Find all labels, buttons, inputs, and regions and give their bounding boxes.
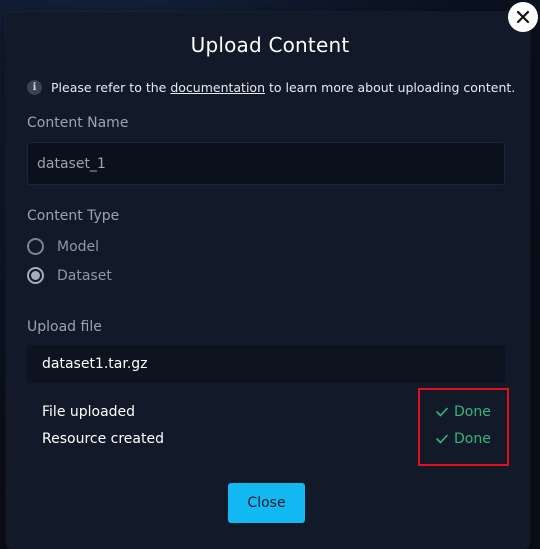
file-name: dataset1.tar.gz	[42, 356, 148, 372]
content-type-option-dataset[interactable]: Dataset	[27, 267, 112, 284]
radio-label-dataset: Dataset	[57, 267, 112, 284]
status-file-uploaded-text: Done	[454, 404, 491, 420]
status-file-uploaded-label: File uploaded	[42, 404, 136, 420]
dialog-title: Upload Content	[190, 33, 350, 57]
info-message: i Please refer to the documentation to l…	[27, 80, 515, 95]
close-icon	[516, 10, 530, 24]
upload-file-label: Upload file	[27, 319, 102, 335]
status-resource-created-label: Resource created	[42, 431, 164, 447]
check-icon	[436, 434, 448, 444]
radio-unchecked[interactable]	[27, 238, 44, 255]
content-type-option-model[interactable]: Model	[27, 238, 99, 255]
close-button[interactable]: Close	[228, 483, 305, 523]
radio-checked[interactable]	[27, 267, 44, 284]
check-icon	[436, 407, 448, 417]
dialog-close-button[interactable]	[508, 2, 538, 32]
status-resource-created-state: Done	[436, 431, 491, 447]
info-icon: i	[27, 80, 42, 95]
content-name-value: dataset_1	[37, 155, 106, 172]
content-name-label: Content Name	[27, 115, 129, 131]
content-type-label: Content Type	[27, 208, 120, 224]
uploaded-file: dataset1.tar.gz	[27, 345, 505, 383]
status-file-uploaded-state: Done	[436, 404, 491, 420]
content-name-input[interactable]: dataset_1	[27, 142, 505, 185]
info-prefix: Please refer to the	[51, 80, 167, 95]
documentation-link[interactable]: documentation	[170, 80, 265, 95]
radio-dot	[31, 271, 40, 280]
info-suffix: to learn more about uploading content.	[268, 80, 516, 95]
status-resource-created-text: Done	[454, 431, 491, 447]
radio-label-model: Model	[57, 238, 100, 255]
